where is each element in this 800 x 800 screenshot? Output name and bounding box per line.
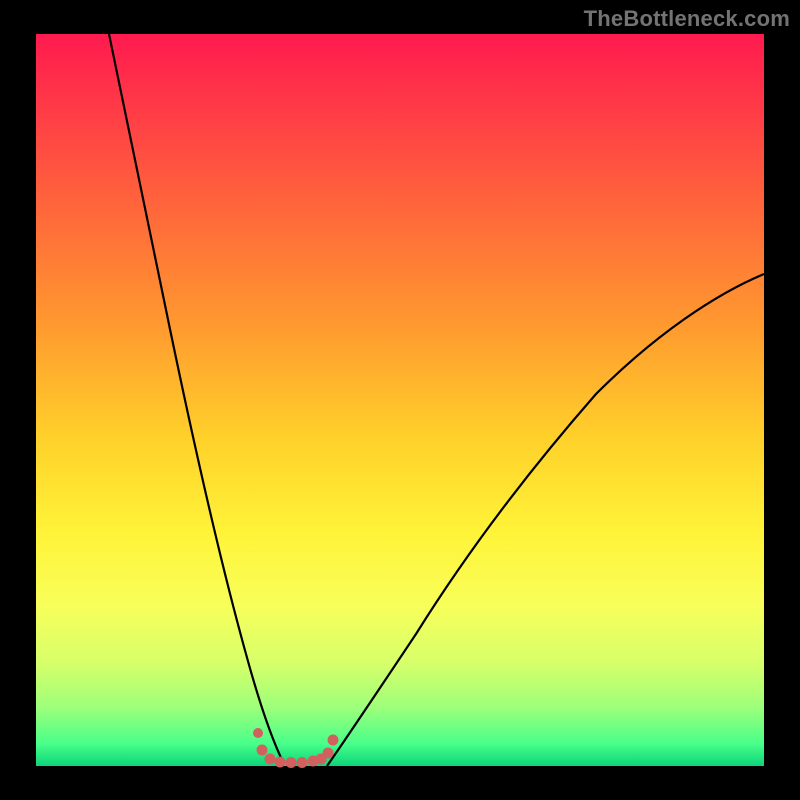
chart-frame: TheBottleneck.com bbox=[0, 0, 800, 800]
left-curve bbox=[109, 34, 284, 764]
right-curve bbox=[327, 274, 764, 766]
watermark-text: TheBottleneck.com bbox=[584, 6, 790, 32]
bottom-dot-segment bbox=[253, 728, 339, 768]
curve-layer bbox=[36, 34, 764, 766]
